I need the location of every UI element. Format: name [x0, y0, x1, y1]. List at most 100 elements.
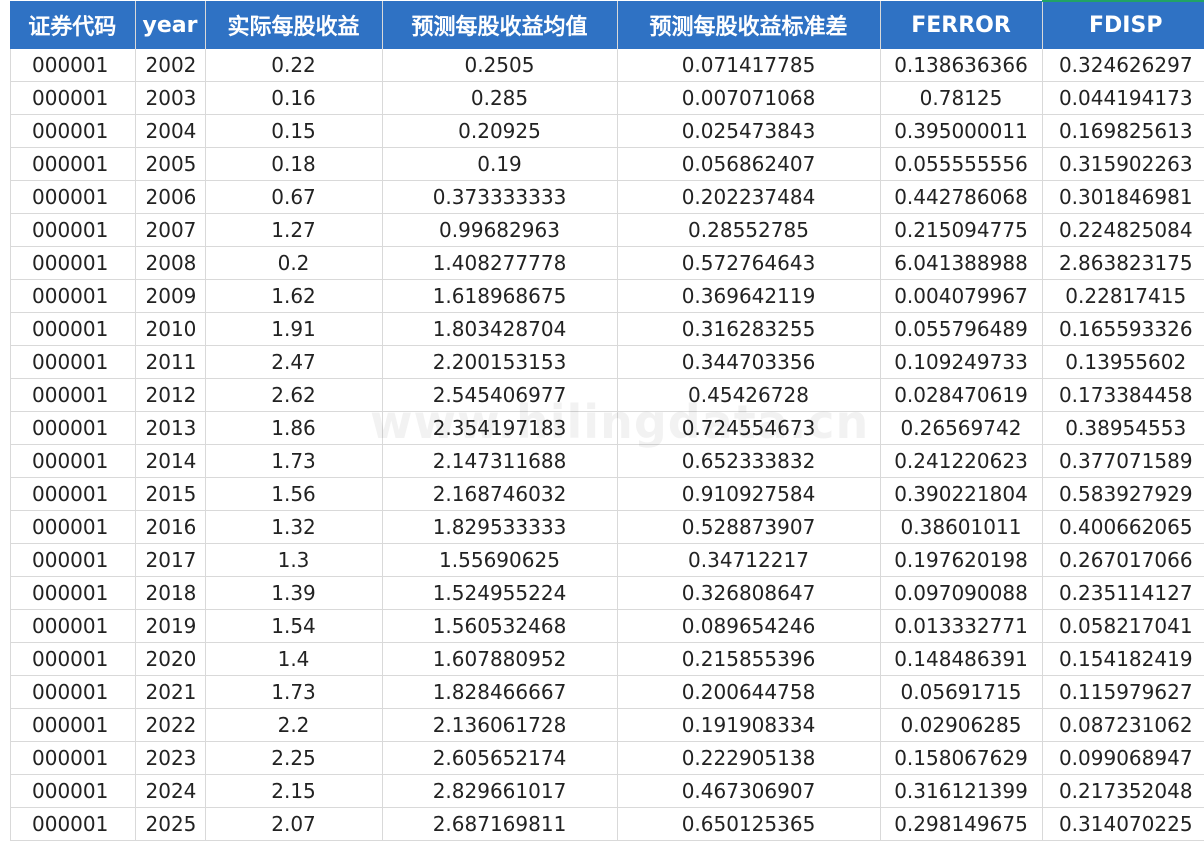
cell-actual-eps[interactable]: 0.15	[205, 114, 383, 148]
cell-fdisp[interactable]: 0.301846981	[1042, 180, 1204, 214]
cell-security-code[interactable]: 000001	[0, 675, 136, 709]
cell-fdisp[interactable]: 0.583927929	[1042, 477, 1204, 511]
cell-forecast-eps-mean[interactable]: 2.147311688	[382, 444, 618, 478]
cell-fdisp[interactable]: 0.377071589	[1042, 444, 1204, 478]
cell-forecast-eps-std[interactable]: 0.191908334	[617, 708, 881, 742]
cell-security-code[interactable]: 000001	[0, 741, 136, 775]
cell-actual-eps[interactable]: 1.39	[205, 576, 383, 610]
cell-year[interactable]: 2014	[135, 444, 206, 478]
cell-year[interactable]: 2006	[135, 180, 206, 214]
column-header-forecast-eps-std[interactable]: 预测每股收益标准差	[617, 1, 881, 49]
cell-forecast-eps-mean[interactable]: 1.803428704	[382, 312, 618, 346]
cell-forecast-eps-std[interactable]: 0.724554673	[617, 411, 881, 445]
cell-fdisp[interactable]: 0.314070225	[1042, 807, 1204, 841]
cell-security-code[interactable]: 000001	[0, 81, 136, 115]
cell-fdisp[interactable]: 2.863823175	[1042, 246, 1204, 280]
cell-forecast-eps-std[interactable]: 0.528873907	[617, 510, 881, 544]
cell-actual-eps[interactable]: 0.22	[205, 49, 383, 82]
cell-year[interactable]: 2016	[135, 510, 206, 544]
cell-ferror[interactable]: 0.055796489	[880, 312, 1043, 346]
cell-security-code[interactable]: 000001	[0, 312, 136, 346]
cell-ferror[interactable]: 0.109249733	[880, 345, 1043, 379]
cell-forecast-eps-mean[interactable]: 2.829661017	[382, 774, 618, 808]
cell-ferror[interactable]: 0.05691715	[880, 675, 1043, 709]
cell-ferror[interactable]: 0.197620198	[880, 543, 1043, 577]
cell-security-code[interactable]: 000001	[0, 180, 136, 214]
cell-forecast-eps-std[interactable]: 0.215855396	[617, 642, 881, 676]
cell-ferror[interactable]: 0.241220623	[880, 444, 1043, 478]
cell-ferror[interactable]: 0.055555556	[880, 147, 1043, 181]
cell-ferror[interactable]: 0.26569742	[880, 411, 1043, 445]
cell-fdisp[interactable]: 0.217352048	[1042, 774, 1204, 808]
cell-year[interactable]: 2004	[135, 114, 206, 148]
cell-forecast-eps-std[interactable]: 0.025473843	[617, 114, 881, 148]
cell-forecast-eps-std[interactable]: 0.056862407	[617, 147, 881, 181]
cell-actual-eps[interactable]: 0.67	[205, 180, 383, 214]
cell-security-code[interactable]: 000001	[0, 774, 136, 808]
cell-security-code[interactable]: 000001	[0, 411, 136, 445]
cell-actual-eps[interactable]: 1.73	[205, 444, 383, 478]
cell-year[interactable]: 2005	[135, 147, 206, 181]
cell-actual-eps[interactable]: 1.62	[205, 279, 383, 313]
cell-year[interactable]: 2011	[135, 345, 206, 379]
cell-ferror[interactable]: 6.041388988	[880, 246, 1043, 280]
cell-fdisp[interactable]: 0.400662065	[1042, 510, 1204, 544]
cell-year[interactable]: 2023	[135, 741, 206, 775]
cell-forecast-eps-mean[interactable]: 1.618968675	[382, 279, 618, 313]
cell-actual-eps[interactable]: 2.47	[205, 345, 383, 379]
cell-forecast-eps-mean[interactable]: 2.200153153	[382, 345, 618, 379]
cell-security-code[interactable]: 000001	[0, 543, 136, 577]
cell-fdisp[interactable]: 0.044194173	[1042, 81, 1204, 115]
cell-year[interactable]: 2015	[135, 477, 206, 511]
cell-security-code[interactable]: 000001	[0, 477, 136, 511]
cell-security-code[interactable]: 000001	[0, 213, 136, 247]
cell-actual-eps[interactable]: 1.4	[205, 642, 383, 676]
cell-actual-eps[interactable]: 2.07	[205, 807, 383, 841]
cell-fdisp[interactable]: 0.099068947	[1042, 741, 1204, 775]
cell-actual-eps[interactable]: 2.15	[205, 774, 383, 808]
cell-year[interactable]: 2012	[135, 378, 206, 412]
cell-ferror[interactable]: 0.215094775	[880, 213, 1043, 247]
cell-actual-eps[interactable]: 1.73	[205, 675, 383, 709]
cell-year[interactable]: 2025	[135, 807, 206, 841]
cell-fdisp[interactable]: 0.235114127	[1042, 576, 1204, 610]
cell-forecast-eps-mean[interactable]: 1.408277778	[382, 246, 618, 280]
column-header-forecast-eps-mean[interactable]: 预测每股收益均值	[382, 1, 618, 49]
cell-actual-eps[interactable]: 1.91	[205, 312, 383, 346]
cell-forecast-eps-std[interactable]: 0.28552785	[617, 213, 881, 247]
cell-forecast-eps-std[interactable]: 0.007071068	[617, 81, 881, 115]
cell-security-code[interactable]: 000001	[0, 114, 136, 148]
cell-fdisp[interactable]: 0.224825084	[1042, 213, 1204, 247]
cell-forecast-eps-std[interactable]: 0.344703356	[617, 345, 881, 379]
cell-ferror[interactable]: 0.158067629	[880, 741, 1043, 775]
cell-forecast-eps-std[interactable]: 0.572764643	[617, 246, 881, 280]
cell-forecast-eps-mean[interactable]: 0.19	[382, 147, 618, 181]
cell-year[interactable]: 2007	[135, 213, 206, 247]
cell-year[interactable]: 2022	[135, 708, 206, 742]
cell-fdisp[interactable]: 0.087231062	[1042, 708, 1204, 742]
cell-year[interactable]: 2019	[135, 609, 206, 643]
cell-forecast-eps-mean[interactable]: 1.607880952	[382, 642, 618, 676]
cell-fdisp[interactable]: 0.169825613	[1042, 114, 1204, 148]
cell-forecast-eps-mean[interactable]: 1.524955224	[382, 576, 618, 610]
cell-fdisp[interactable]: 0.38954553	[1042, 411, 1204, 445]
cell-forecast-eps-std[interactable]: 0.34712217	[617, 543, 881, 577]
cell-fdisp[interactable]: 0.267017066	[1042, 543, 1204, 577]
cell-actual-eps[interactable]: 2.62	[205, 378, 383, 412]
cell-forecast-eps-mean[interactable]: 1.560532468	[382, 609, 618, 643]
cell-ferror[interactable]: 0.316121399	[880, 774, 1043, 808]
cell-forecast-eps-mean[interactable]: 1.829533333	[382, 510, 618, 544]
cell-forecast-eps-mean[interactable]: 0.2505	[382, 49, 618, 82]
cell-security-code[interactable]: 000001	[0, 345, 136, 379]
cell-forecast-eps-std[interactable]: 0.202237484	[617, 180, 881, 214]
cell-forecast-eps-mean[interactable]: 1.828466667	[382, 675, 618, 709]
column-header-actual-eps[interactable]: 实际每股收益	[205, 1, 383, 49]
cell-security-code[interactable]: 000001	[0, 807, 136, 841]
cell-fdisp[interactable]: 0.154182419	[1042, 642, 1204, 676]
column-header-ferror[interactable]: FERROR	[880, 1, 1043, 49]
cell-forecast-eps-std[interactable]: 0.316283255	[617, 312, 881, 346]
column-header-fdisp[interactable]: FDISP	[1042, 0, 1204, 49]
cell-security-code[interactable]: 000001	[0, 642, 136, 676]
cell-forecast-eps-mean[interactable]: 2.605652174	[382, 741, 618, 775]
cell-year[interactable]: 2008	[135, 246, 206, 280]
